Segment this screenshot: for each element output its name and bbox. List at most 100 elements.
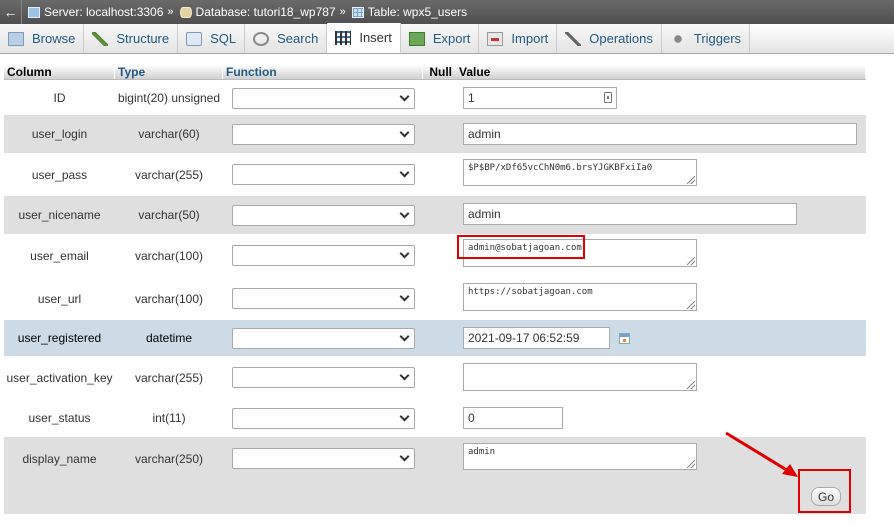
function-select[interactable] bbox=[232, 408, 415, 429]
chevron-down-icon bbox=[399, 291, 410, 302]
column-name: user_email bbox=[30, 248, 89, 263]
structure-icon bbox=[92, 31, 109, 46]
tab-triggers[interactable]: Triggers bbox=[661, 24, 751, 53]
function-select[interactable] bbox=[232, 164, 415, 185]
column-type: varchar(255) bbox=[134, 167, 204, 182]
tab-label: Export bbox=[432, 31, 471, 46]
function-select[interactable] bbox=[232, 205, 415, 226]
tab-search[interactable]: Search bbox=[245, 24, 328, 53]
back-arrow-icon[interactable]: ← bbox=[0, 0, 22, 24]
table-row: user_pass varchar(255) $P$BP/xDf65vcChN0… bbox=[4, 153, 866, 196]
chevron-down-icon bbox=[399, 208, 410, 219]
column-type: varchar(60) bbox=[138, 127, 200, 141]
chevron-down-icon bbox=[399, 91, 410, 102]
database-icon bbox=[179, 6, 192, 18]
header-function[interactable]: Function bbox=[223, 65, 423, 79]
breadcrumb-server-label[interactable]: Server: localhost:3306 bbox=[44, 5, 163, 19]
chevron-down-icon bbox=[399, 167, 410, 178]
sql-icon bbox=[186, 31, 203, 46]
function-select[interactable] bbox=[232, 367, 415, 388]
value-textarea-user-pass[interactable]: $P$BP/xDf65vcChN0m6.brsYJGKBFxiIa0 bbox=[463, 159, 697, 186]
tab-structure[interactable]: Structure bbox=[84, 24, 179, 53]
column-type: datetime bbox=[145, 331, 193, 345]
value-textarea-user-url[interactable]: https://sobatjagoan.com bbox=[463, 283, 697, 311]
tab-label: Structure bbox=[116, 31, 170, 46]
value-text: admin bbox=[468, 127, 501, 141]
tab-bar: Browse Structure SQL Search Insert Expor… bbox=[0, 23, 894, 54]
function-select[interactable] bbox=[232, 245, 415, 266]
header-type[interactable]: Type bbox=[115, 65, 223, 79]
tab-insert[interactable]: Insert bbox=[327, 23, 401, 53]
function-select[interactable] bbox=[232, 448, 415, 469]
breadcrumb-server[interactable]: Server: localhost:3306 » bbox=[28, 5, 174, 19]
breadcrumb-table-label[interactable]: Table: wpx5_users bbox=[368, 5, 467, 19]
value-textarea-user-activation-key[interactable] bbox=[463, 363, 697, 391]
chevron-down-icon bbox=[399, 411, 410, 422]
breadcrumb-database-label[interactable]: Database: tutori18_wp787 bbox=[196, 5, 336, 19]
breadcrumb-separator: » bbox=[167, 6, 174, 18]
chevron-down-icon bbox=[399, 127, 410, 138]
table-row: user_login varchar(60) admin bbox=[4, 115, 866, 153]
header-column: Column bbox=[4, 65, 115, 79]
spinner-icon[interactable] bbox=[604, 92, 612, 103]
header-value: Value bbox=[456, 65, 866, 79]
form-footer bbox=[4, 480, 866, 514]
resize-grip-icon[interactable] bbox=[687, 301, 695, 309]
tab-export[interactable]: Export bbox=[400, 24, 480, 53]
server-icon bbox=[28, 6, 40, 18]
table-row: ID bigint(20) unsigned 1 bbox=[4, 81, 866, 115]
function-select[interactable] bbox=[232, 328, 415, 349]
tab-label: Browse bbox=[32, 31, 76, 46]
column-type: bigint(20) unsigned bbox=[117, 91, 221, 105]
table-header: Column Type Function Null Value bbox=[4, 65, 866, 80]
column-name: user_activation_key bbox=[6, 370, 113, 385]
tab-label: Import bbox=[511, 31, 549, 46]
header-null: Null bbox=[429, 65, 452, 79]
value-text: admin bbox=[468, 207, 501, 221]
tab-operations[interactable]: Operations bbox=[557, 24, 662, 53]
resize-grip-icon[interactable] bbox=[687, 460, 695, 468]
table-row: user_registered datetime 2021-09-17 06:5… bbox=[4, 320, 866, 356]
insert-icon bbox=[335, 30, 352, 45]
breadcrumb-table[interactable]: Table: wpx5_users bbox=[351, 5, 467, 19]
tab-import[interactable]: Import bbox=[479, 24, 558, 53]
column-name: user_nicename bbox=[18, 208, 101, 222]
go-highlight-box bbox=[798, 469, 851, 513]
tab-label: Search bbox=[277, 31, 319, 46]
value-input-id[interactable]: 1 bbox=[463, 87, 617, 109]
tab-label: Insert bbox=[359, 30, 392, 45]
column-name: user_url bbox=[37, 291, 82, 306]
breadcrumb-database[interactable]: Database: tutori18_wp787 » bbox=[179, 5, 346, 19]
calendar-icon[interactable] bbox=[619, 333, 630, 344]
email-highlight-box bbox=[457, 235, 585, 259]
value-input-user-nicename[interactable]: admin bbox=[463, 203, 797, 225]
column-type: varchar(250) bbox=[134, 451, 204, 466]
breadcrumb-separator: » bbox=[339, 6, 346, 18]
tab-browse[interactable]: Browse bbox=[0, 24, 85, 53]
tab-sql[interactable]: SQL bbox=[178, 24, 246, 53]
browse-icon bbox=[8, 31, 24, 46]
operations-icon bbox=[565, 31, 582, 46]
tab-label: Operations bbox=[589, 31, 653, 46]
value-input-user-registered[interactable]: 2021-09-17 06:52:59 bbox=[463, 327, 610, 349]
value-input-user-login[interactable]: admin bbox=[463, 123, 857, 145]
column-name: user_status bbox=[28, 411, 91, 425]
value-text: $P$BP/xDf65vcChN0m6.brsYJGKBFxiIa0 bbox=[468, 163, 653, 173]
red-arrow-icon bbox=[725, 431, 798, 477]
resize-grip-icon[interactable] bbox=[687, 176, 695, 184]
function-select[interactable] bbox=[232, 288, 415, 309]
value-text: admin bbox=[468, 447, 496, 457]
resize-grip-icon[interactable] bbox=[687, 381, 695, 389]
column-type: int(11) bbox=[152, 411, 186, 425]
chevron-down-icon bbox=[399, 248, 410, 259]
function-select[interactable] bbox=[232, 88, 415, 109]
tab-label: Triggers bbox=[693, 31, 742, 46]
value-input-user-status[interactable]: 0 bbox=[463, 407, 563, 429]
column-type: varchar(100) bbox=[134, 248, 204, 263]
column-type: varchar(50) bbox=[138, 208, 200, 222]
column-name: ID bbox=[53, 91, 66, 105]
value-text: 0 bbox=[468, 411, 475, 425]
value-textarea-display-name[interactable]: admin bbox=[463, 443, 697, 470]
function-select[interactable] bbox=[232, 124, 415, 145]
resize-grip-icon[interactable] bbox=[687, 257, 695, 265]
